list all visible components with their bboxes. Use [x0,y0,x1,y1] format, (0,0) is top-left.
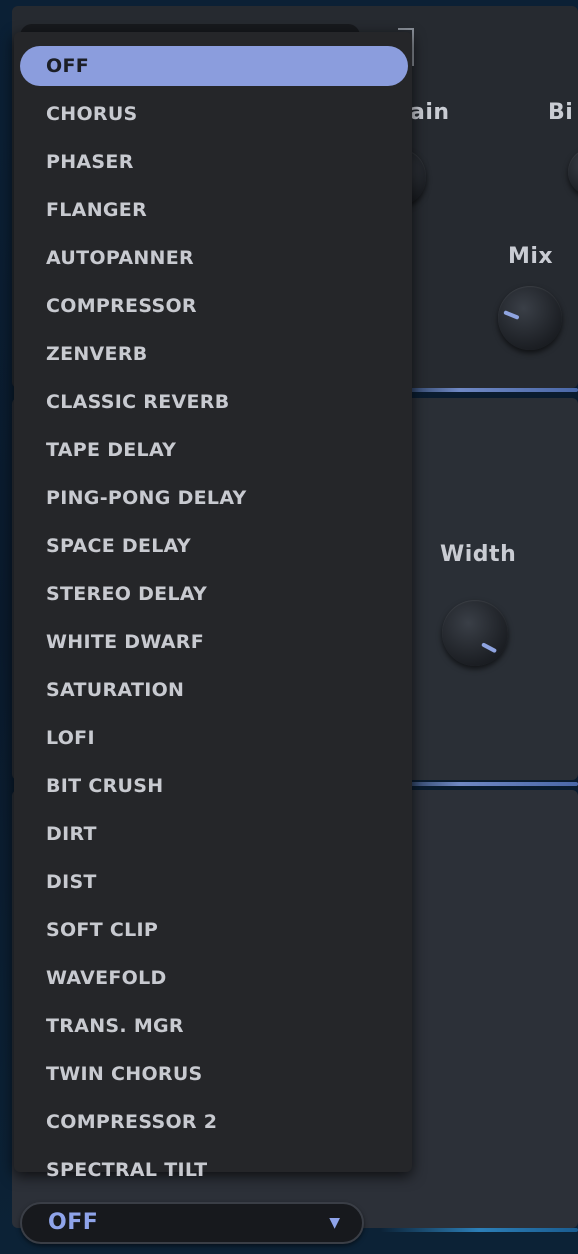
width-label: Width [440,542,517,567]
menu-item-white-dwarf[interactable]: WHITE DWARF [20,622,408,662]
menu-item-lofi[interactable]: LOFI [20,718,408,758]
menu-item-stereo-delay[interactable]: STEREO DELAY [20,574,408,614]
width-knob[interactable] [442,600,508,666]
menu-item-twin-chorus[interactable]: TWIN CHORUS [20,1054,408,1094]
menu-item-soft-clip[interactable]: SOFT CLIP [20,910,408,950]
menu-item-flanger[interactable]: FLANGER [20,190,408,230]
menu-item-chorus[interactable]: CHORUS [20,94,408,134]
menu-item-autopanner[interactable]: AUTOPANNER [20,238,408,278]
menu-item-wavefold[interactable]: WAVEFOLD [20,958,408,998]
knob-indicator [503,310,520,320]
menu-item-tape-delay[interactable]: TAPE DELAY [20,430,408,470]
menu-item-ping-pong-delay[interactable]: PING-PONG DELAY [20,478,408,518]
knob-indicator [481,642,498,654]
effect-select[interactable]: OFF ▼ [20,1202,364,1244]
menu-item-space-delay[interactable]: SPACE DELAY [20,526,408,566]
menu-item-classic-reverb[interactable]: CLASSIC REVERB [20,382,408,422]
menu-item-compressor[interactable]: COMPRESSOR [20,286,408,326]
menu-item-dirt[interactable]: DIRT [20,814,408,854]
mix-knob[interactable] [498,286,562,350]
menu-item-zenverb[interactable]: ZENVERB [20,334,408,374]
effect-dropdown-menu[interactable]: OFF CHORUS PHASER FLANGER AUTOPANNER COM… [14,32,412,1181]
mix-label: Mix [508,244,554,269]
menu-item-bit-crush[interactable]: BIT CRUSH [20,766,408,806]
menu-item-phaser[interactable]: PHASER [20,142,408,182]
triangle-down-icon: ▼ [329,1215,340,1231]
menu-item-off[interactable]: OFF [20,46,408,86]
menu-item-saturation[interactable]: SATURATION [20,670,408,710]
bit-label: Bi [548,100,574,125]
menu-item-spectral-tilt[interactable]: SPECTRAL TILT [20,1150,408,1190]
menu-item-dist[interactable]: DIST [20,862,408,902]
fx-slot-screen: ain Bi Mix Width OFF CHORUS PHASER FLANG… [0,0,578,1254]
panel-divider-glow [380,1228,578,1232]
effect-select-value: OFF [48,1210,99,1235]
gain-label: ain [410,100,450,125]
menu-item-trans-mgr[interactable]: TRANS. MGR [20,1006,408,1046]
menu-item-compressor-2[interactable]: COMPRESSOR 2 [20,1102,408,1142]
